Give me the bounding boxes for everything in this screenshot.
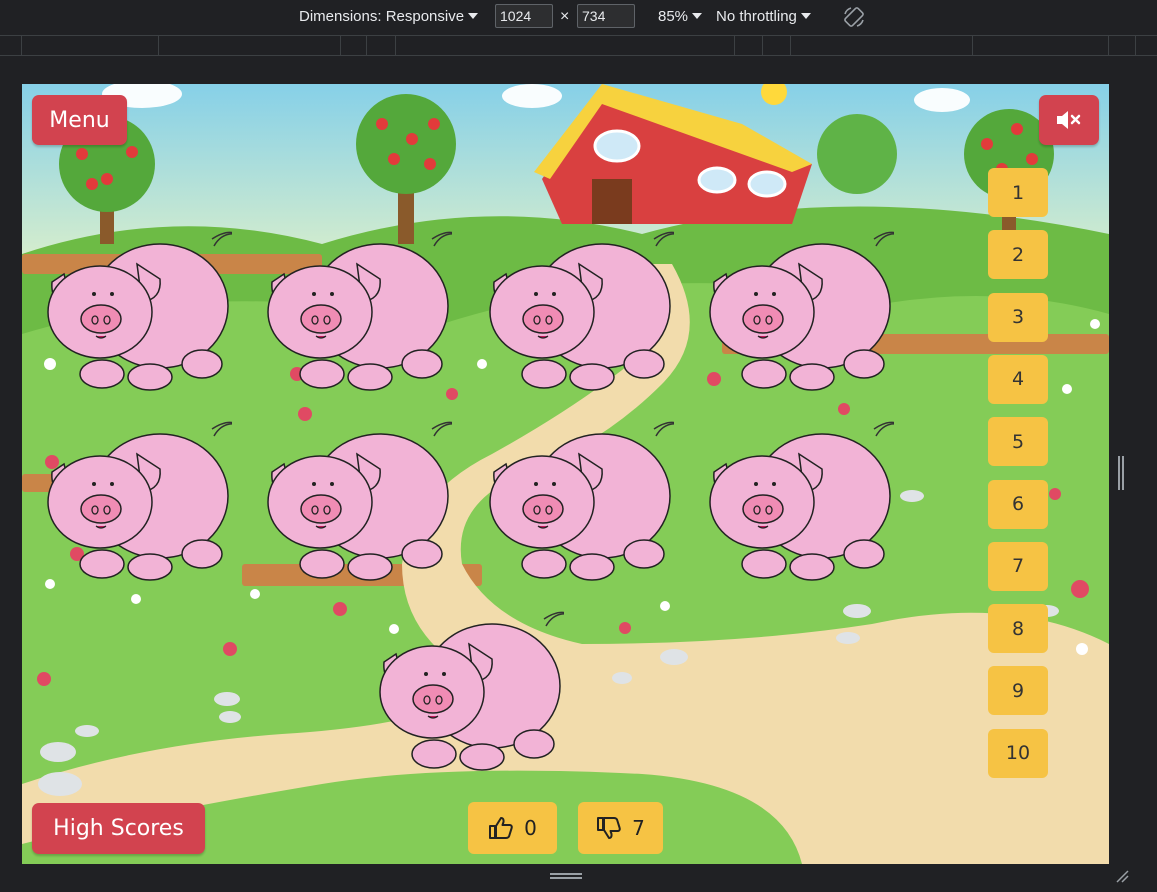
number-button-8[interactable]: 8 — [988, 604, 1048, 654]
pig-1 — [42, 224, 238, 392]
number-button-9[interactable]: 9 — [988, 666, 1048, 716]
viewport-right-resize-handle[interactable] — [1118, 456, 1124, 490]
pig-8 — [704, 414, 900, 582]
chevron-down-icon — [692, 13, 703, 19]
number-button-6[interactable]: 6 — [988, 479, 1048, 529]
rotate-icon[interactable] — [842, 5, 866, 29]
pig-3 — [484, 224, 680, 392]
dimensions-label: Dimensions: Responsive — [299, 8, 465, 25]
high-scores-button[interactable]: High Scores — [32, 803, 205, 854]
number-button-10[interactable]: 10 — [988, 728, 1048, 778]
throttling-dropdown[interactable]: No throttling — [716, 7, 811, 27]
zoom-dropdown[interactable]: 85% — [658, 7, 703, 27]
number-button-1[interactable]: 1 — [988, 168, 1048, 217]
thumbs-down-counter: 7 — [578, 802, 663, 854]
pig-5 — [42, 414, 238, 582]
width-input[interactable] — [495, 4, 553, 28]
high-scores-label: High Scores — [53, 816, 184, 841]
pig-9 — [374, 604, 570, 772]
pig-2 — [262, 224, 458, 392]
number-button-3[interactable]: 3 — [988, 292, 1048, 342]
thumbs-down-count: 7 — [632, 816, 645, 840]
resize-corner-icon[interactable] — [1114, 868, 1130, 884]
pig-7 — [484, 414, 680, 582]
viewport-bottom-resize-handle[interactable] — [550, 873, 582, 879]
media-query-ruler — [0, 35, 1157, 56]
mute-button[interactable] — [1039, 95, 1099, 145]
dimension-separator: × — [560, 8, 570, 25]
number-button-5[interactable]: 5 — [988, 417, 1048, 467]
chevron-down-icon — [800, 13, 811, 19]
menu-button-label: Menu — [49, 107, 110, 133]
chevron-down-icon — [468, 13, 479, 19]
thumbs-up-counter: 0 — [468, 802, 557, 854]
thumbs-up-icon — [489, 817, 513, 839]
devtools-device-toolbar: Dimensions: Responsive × 85% No throttli… — [0, 0, 1157, 34]
number-button-4[interactable]: 4 — [988, 354, 1048, 404]
number-button-2[interactable]: 2 — [988, 230, 1048, 280]
zoom-label: 85% — [658, 8, 689, 25]
pig-6 — [262, 414, 458, 582]
game-viewport: Menu 1 2 3 4 5 6 7 8 9 10 High Scores 0 7 — [22, 84, 1109, 864]
height-input[interactable] — [577, 4, 635, 28]
thumbs-up-count: 0 — [524, 816, 537, 840]
pig-4 — [704, 224, 900, 392]
throttling-label: No throttling — [716, 8, 797, 25]
dimensions-dropdown[interactable]: Dimensions: Responsive — [299, 7, 479, 27]
menu-button[interactable]: Menu — [32, 95, 127, 145]
number-button-7[interactable]: 7 — [988, 541, 1048, 591]
speaker-muted-icon — [1057, 111, 1081, 129]
thumbs-down-icon — [597, 817, 621, 839]
